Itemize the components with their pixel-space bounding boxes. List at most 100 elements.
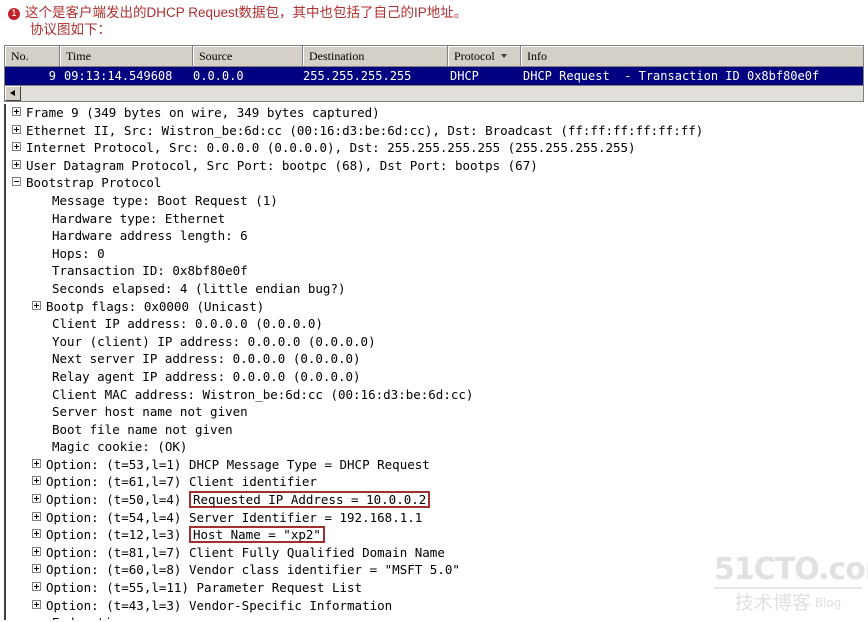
tree-item[interactable]: Ethernet II, Src: Wistron_be:6d:cc (00:1…	[6, 122, 864, 140]
tree-item[interactable]: Transaction ID: 0x8bf80e0f	[6, 262, 864, 280]
tree-item[interactable]: Client IP address: 0.0.0.0 (0.0.0.0)	[6, 315, 864, 333]
tree-item-label: Internet Protocol, Src: 0.0.0.0 (0.0.0.0…	[26, 140, 636, 156]
tree-item[interactable]: User Datagram Protocol, Src Port: bootpc…	[6, 157, 864, 175]
column-header-no-label: No.	[11, 49, 29, 63]
column-header-time[interactable]: Time	[60, 46, 193, 67]
expand-plus-icon[interactable]	[12, 159, 21, 169]
column-header-info[interactable]: Info	[521, 46, 863, 67]
tree-item-label: Transaction ID: 0x8bf80e0f	[52, 263, 248, 279]
watermark-subtitle: 技术博客 Blog	[714, 589, 862, 615]
annotation-line-1-text: 这个是客户端发出的DHCP Request数据包，其中也包括了自己的IP地址。	[25, 5, 468, 20]
tree-item-label: Client IP address: 0.0.0.0 (0.0.0.0)	[52, 316, 323, 332]
tree-item-label: Option: (t=53,l=1) DHCP Message Type = D…	[46, 456, 430, 472]
collapse-minus-icon[interactable]	[12, 177, 21, 187]
watermark-subtitle-cn: 技术博客	[734, 592, 811, 614]
tree-item[interactable]: Option: (t=54,l=4) Server Identifier = 1…	[6, 509, 864, 527]
scrollbar-track[interactable]	[21, 86, 863, 101]
tree-item[interactable]: Relay agent IP address: 0.0.0.0 (0.0.0.0…	[6, 368, 864, 386]
expand-plus-icon[interactable]	[32, 511, 41, 521]
tree-item-label: Bootp flags: 0x0000 (Unicast)	[46, 298, 265, 314]
tree-item-label: Your (client) IP address: 0.0.0.0 (0.0.0…	[52, 333, 376, 349]
expand-plus-icon[interactable]	[32, 546, 41, 556]
tree-item[interactable]: Option: (t=50,l=4) Requested IP Address …	[6, 491, 864, 509]
tree-item[interactable]: Your (client) IP address: 0.0.0.0 (0.0.0…	[6, 333, 864, 351]
column-header-time-label: Time	[66, 49, 91, 63]
tree-item[interactable]: Hops: 0	[6, 245, 864, 263]
tree-item-label: Seconds elapsed: 4 (little endian bug?)	[52, 280, 346, 296]
annotation-line-2: 协议图如下：	[30, 22, 111, 37]
tree-item-label: Boot file name not given	[52, 421, 233, 437]
packet-list-column-header: No. Time Source Destination Protocol Inf…	[5, 46, 863, 67]
column-header-no[interactable]: No.	[5, 46, 60, 67]
column-header-source-label: Source	[199, 49, 233, 63]
expand-plus-icon[interactable]	[32, 494, 41, 504]
tree-item[interactable]: Seconds elapsed: 4 (little endian bug?)	[6, 280, 864, 298]
table-row[interactable]: 9 09:13:14.549608 0.0.0.0 255.255.255.25…	[5, 67, 863, 85]
scroll-left-arrow-icon[interactable]	[5, 86, 21, 101]
tree-item[interactable]: Option: (t=12,l=3) Host Name = "xp2"	[6, 526, 864, 544]
tree-item-label: Ethernet II, Src: Wistron_be:6d:cc (00:1…	[26, 122, 704, 138]
expand-plus-icon[interactable]	[32, 476, 41, 486]
annotation-bullet-icon: 1	[8, 8, 20, 20]
tree-item[interactable]: Boot file name not given	[6, 421, 864, 439]
tree-item-label: Relay agent IP address: 0.0.0.0 (0.0.0.0…	[52, 368, 361, 384]
watermark-blog-label: Blog	[814, 596, 842, 610]
tree-item-label: Option: (t=61,l=7) Client identifier	[46, 474, 317, 490]
watermark-site-name: 51CTO.com	[714, 552, 868, 589]
tree-item[interactable]: Internet Protocol, Src: 0.0.0.0 (0.0.0.0…	[6, 139, 864, 157]
tree-item-label: Option: (t=60,l=8) Vendor class identifi…	[46, 562, 460, 578]
tree-item-label: Bootstrap Protocol	[26, 175, 162, 191]
column-header-protocol[interactable]: Protocol	[448, 46, 521, 67]
tree-item-label: Option: (t=81,l=7) Client Fully Qualifie…	[46, 544, 445, 560]
expand-plus-icon[interactable]	[32, 564, 41, 574]
expand-plus-icon[interactable]	[12, 107, 21, 116]
tree-item-label: Hops: 0	[52, 245, 105, 261]
tree-item-label: Client MAC address: Wistron_be:6d:cc (00…	[52, 386, 474, 402]
watermark: 51CTO.com 技术博客Blog	[714, 552, 868, 616]
expand-plus-icon[interactable]	[32, 582, 41, 592]
packet-cell-time: 09:13:14.549608	[64, 69, 173, 83]
tree-item-label: Next server IP address: 0.0.0.0 (0.0.0.0…	[52, 351, 361, 367]
packet-list-horizontal-scrollbar[interactable]	[5, 85, 863, 101]
column-header-protocol-label: Protocol	[454, 49, 495, 63]
tree-item-label: Message type: Boot Request (1)	[52, 192, 278, 208]
packet-detail-pane[interactable]: Frame 9 (349 bytes on wire, 349 bytes ca…	[4, 104, 864, 620]
tree-item[interactable]: Server host name not given	[6, 403, 864, 421]
tree-item[interactable]: Client MAC address: Wistron_be:6d:cc (00…	[6, 386, 864, 404]
sort-descending-icon	[500, 54, 507, 58]
tree-item[interactable]: Next server IP address: 0.0.0.0 (0.0.0.0…	[6, 350, 864, 368]
highlighted-field: Requested IP Address = 10.0.0.2	[189, 491, 431, 509]
expand-plus-icon[interactable]	[32, 599, 41, 609]
tree-item[interactable]: Option: (t=61,l=7) Client identifier	[6, 473, 864, 491]
packet-cell-info: DHCP Request - Transaction ID 0x8bf80e0f	[523, 69, 820, 83]
tree-item-prefix: Option: (t=50,l=4)	[46, 492, 189, 508]
tree-item-label: End option	[52, 615, 127, 620]
tree-item-label: User Datagram Protocol, Src Port: bootpc…	[26, 157, 538, 173]
packet-cell-source: 0.0.0.0	[193, 69, 244, 83]
tree-item-label: Hardware type: Ethernet	[52, 210, 226, 226]
expand-plus-icon[interactable]	[32, 300, 41, 310]
expand-plus-icon[interactable]	[32, 529, 41, 539]
tree-item-label: Option: (t=43,l=3) Vendor-Specific Infor…	[46, 597, 393, 613]
tree-item[interactable]: Hardware address length: 6	[6, 227, 864, 245]
tree-item[interactable]: Bootp flags: 0x0000 (Unicast)	[6, 298, 864, 316]
column-header-destination-label: Destination	[309, 49, 365, 63]
expand-plus-icon[interactable]	[32, 458, 41, 468]
tree-item[interactable]: Bootstrap Protocol	[6, 174, 864, 192]
expand-plus-icon[interactable]	[12, 142, 21, 152]
tree-item-label: Hardware address length: 6	[52, 228, 248, 244]
tree-item[interactable]: Message type: Boot Request (1)	[6, 192, 864, 210]
tree-item[interactable]: Frame 9 (349 bytes on wire, 349 bytes ca…	[6, 104, 864, 122]
column-header-destination[interactable]: Destination	[303, 46, 448, 67]
expand-plus-icon[interactable]	[12, 124, 21, 134]
tree-item[interactable]: Magic cookie: (OK)	[6, 438, 864, 456]
tree-item[interactable]: Option: (t=53,l=1) DHCP Message Type = D…	[6, 456, 864, 474]
highlighted-field: Host Name = "xp2"	[189, 526, 325, 544]
tree-item-label: Option: (t=55,l=11) Parameter Request Li…	[46, 580, 363, 596]
packet-list-pane[interactable]: No. Time Source Destination Protocol Inf…	[4, 45, 864, 102]
tree-item-label: Frame 9 (349 bytes on wire, 349 bytes ca…	[26, 105, 380, 120]
tree-item[interactable]: Hardware type: Ethernet	[6, 210, 864, 228]
packet-list-rows: 9 09:13:14.549608 0.0.0.0 255.255.255.25…	[5, 67, 863, 85]
annotation-line-1: 1 这个是客户端发出的DHCP Request数据包，其中也包括了自己的IP地址。	[8, 4, 868, 21]
column-header-source[interactable]: Source	[193, 46, 303, 67]
